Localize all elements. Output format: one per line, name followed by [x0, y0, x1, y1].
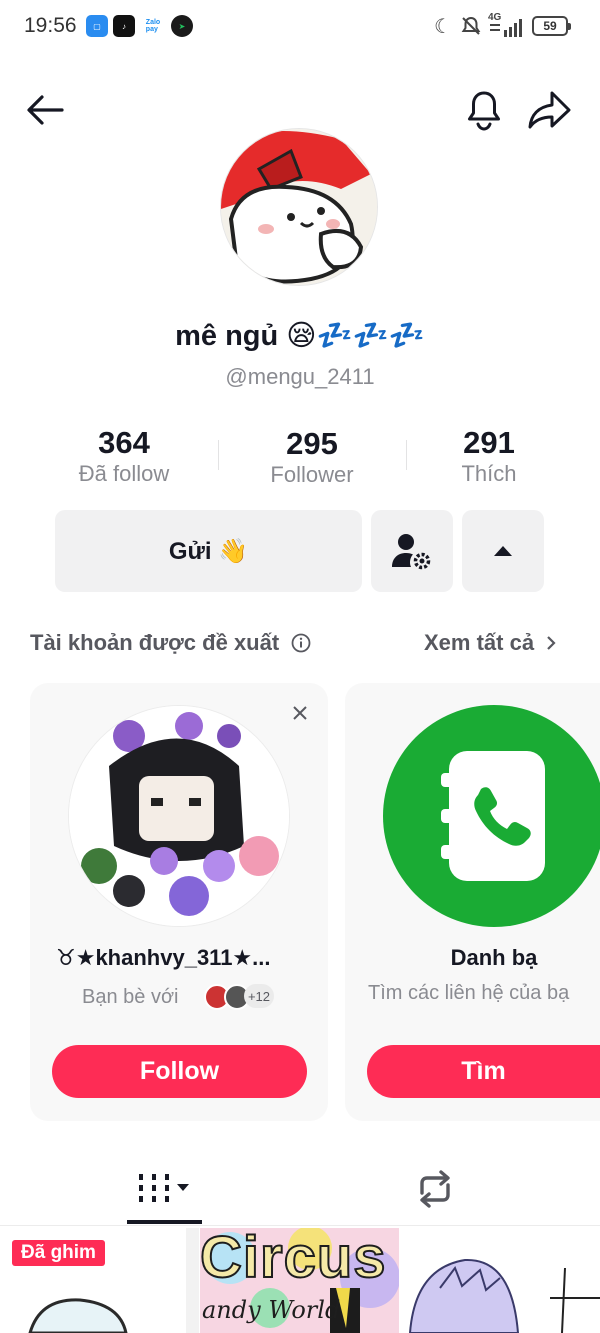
- send-button-label: Gửi 👋: [168, 537, 249, 565]
- thumbnail-title: Circus: [200, 1228, 387, 1291]
- chevron-right-icon: [547, 636, 556, 650]
- contacts-card[interactable]: Danh bạ Tìm các liên hệ của bạ Tìm: [345, 683, 600, 1121]
- video-thumbnail[interactable]: [400, 1228, 600, 1333]
- status-time: 19:56: [24, 14, 77, 37]
- username: @mengu_2411: [225, 364, 375, 389]
- battery-indicator: 59: [532, 16, 571, 36]
- stat-following-label: Đã follow: [78, 461, 170, 486]
- contacts-icon-circle: [383, 705, 600, 927]
- contacts-title: Danh bạ: [450, 945, 538, 970]
- tab-reposts[interactable]: [410, 1165, 460, 1213]
- suggested-title-text: Tài khoản được đề xuất: [30, 630, 280, 655]
- share-arrow-icon[interactable]: [526, 88, 574, 132]
- suggested-avatar[interactable]: [68, 705, 290, 927]
- pinned-badge: Đã ghim: [12, 1240, 105, 1266]
- contacts-subtitle: Tìm các liên hệ của bạ: [368, 982, 570, 1004]
- avatar-illustration: [221, 129, 377, 285]
- stat-following[interactable]: 364 Đã follow: [24, 425, 224, 487]
- thumbnail-subtitle: andy World: [202, 1296, 341, 1324]
- stat-likes-label: Thích: [461, 461, 517, 486]
- telegram-app-icon: ➤: [171, 15, 193, 37]
- suggested-avatar-art: [69, 706, 289, 926]
- find-contacts-button[interactable]: Tìm: [367, 1045, 600, 1098]
- caret-up-icon: [494, 546, 512, 556]
- suggested-name: ♉★khanhvy_311★...: [56, 945, 271, 970]
- mutual-friends-label: Bạn bè với: [82, 986, 179, 1008]
- active-tab-indicator: [127, 1220, 202, 1224]
- user-gear-icon: [392, 534, 431, 570]
- suggested-account-card[interactable]: ♉★khanhvy_311★... Bạn bè với +12 Follow: [30, 683, 328, 1121]
- video-thumbnail[interactable]: Circus andy World: [200, 1228, 399, 1333]
- stat-followers[interactable]: 295 Follower: [212, 426, 412, 488]
- mutual-friends: Bạn bè với: [82, 986, 179, 1009]
- thumbnail-art: [400, 1228, 600, 1333]
- see-all-text: Xem tất cả: [424, 630, 535, 655]
- follow-button[interactable]: Follow: [52, 1045, 307, 1098]
- stat-likes[interactable]: 291 Thích: [389, 425, 589, 487]
- tiktok-app-icon: ♪: [113, 15, 135, 37]
- profile-settings-button[interactable]: [371, 510, 453, 592]
- moon-icon: ☾: [434, 16, 452, 38]
- send-message-button[interactable]: Gửi 👋: [55, 510, 362, 592]
- suggested-title: Tài khoản được đề xuất: [30, 630, 311, 656]
- bell-muted-icon: [461, 16, 481, 35]
- signal-icon: [490, 19, 522, 37]
- stat-following-value: 364: [98, 425, 150, 460]
- mutual-count-badge: +12: [244, 984, 274, 1008]
- profile-avatar[interactable]: [220, 128, 378, 286]
- tab-videos[interactable]: [127, 1165, 202, 1213]
- zalopay-app-icon: Zalo pay: [142, 15, 164, 37]
- status-bar: 19:56 ▢ ♪ Zalo pay ➤ ☾ 4G 59: [0, 0, 600, 56]
- repost-icon: [420, 1170, 450, 1208]
- contact-book-icon: [441, 751, 545, 881]
- tabs-divider: [0, 1225, 600, 1226]
- zalo-app-icon: ▢: [86, 15, 108, 37]
- display-name: mê ngủ 😪💤💤💤: [175, 320, 425, 352]
- see-all-link[interactable]: Xem tất cả: [424, 630, 556, 656]
- expand-suggestions-button[interactable]: [462, 510, 544, 592]
- grid-icon: [138, 1174, 189, 1202]
- close-icon[interactable]: [292, 705, 308, 721]
- stat-likes-value: 291: [463, 425, 515, 460]
- video-thumbnail[interactable]: Đã ghim: [0, 1228, 199, 1333]
- info-icon[interactable]: [291, 633, 311, 653]
- back-arrow-icon[interactable]: [24, 90, 66, 130]
- stat-followers-label: Follower: [270, 462, 354, 487]
- notification-bell-icon[interactable]: [463, 88, 505, 132]
- stat-followers-value: 295: [286, 426, 338, 461]
